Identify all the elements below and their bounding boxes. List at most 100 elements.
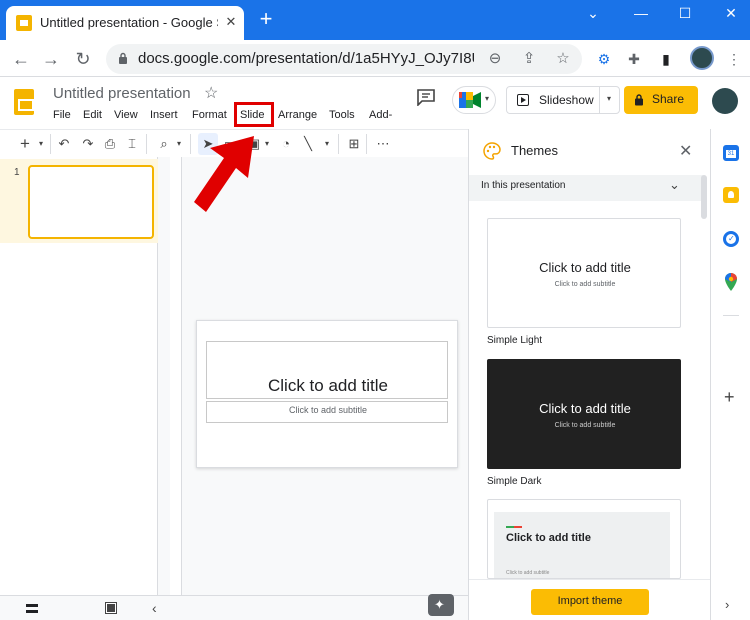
theme-subtitle-text: Click to add subtitle xyxy=(506,570,550,576)
menu-format[interactable]: Format xyxy=(192,109,227,121)
side-panel-icon[interactable]: ▮ xyxy=(656,49,676,69)
theme-thumbnail-simple-dark[interactable]: Click to add title Click to add subtitle xyxy=(487,359,681,469)
lock-icon xyxy=(635,94,643,106)
slide-menu-highlight xyxy=(234,102,274,127)
print-icon[interactable]: ⎙ xyxy=(102,135,118,153)
themes-panel: Themes ✕ In this presentation ⌄ Click to… xyxy=(468,129,711,620)
profile-avatar[interactable] xyxy=(690,46,714,70)
menu-tools[interactable]: Tools xyxy=(329,109,355,121)
line-dropdown-icon[interactable]: ▾ xyxy=(322,135,332,153)
tasks-icon[interactable]: ✓ xyxy=(723,231,739,247)
account-avatar[interactable] xyxy=(712,88,738,114)
meet-dropdown-icon: ▾ xyxy=(485,94,490,103)
calendar-icon[interactable]: 31 xyxy=(723,145,739,161)
slides-header: Untitled presentation ☆ File Edit View I… xyxy=(0,77,738,129)
import-theme-button[interactable]: Import theme xyxy=(531,589,649,615)
back-arrow-icon[interactable]: ← xyxy=(10,48,32,70)
theme-thumbnail-streamline[interactable]: Click to add title Click to add subtitle xyxy=(487,499,681,579)
menu-arrange[interactable]: Arrange xyxy=(278,109,317,121)
theme-thumbnail-simple-light[interactable]: Click to add title Click to add subtitle xyxy=(487,218,681,328)
extension-icon[interactable]: ⚙ xyxy=(594,49,614,69)
tab-search-icon[interactable]: ⌄ xyxy=(578,4,608,22)
explore-icon: ✦ xyxy=(434,597,445,612)
window-close-button[interactable]: ✕ xyxy=(716,4,746,22)
new-slide-icon[interactable]: + xyxy=(18,135,32,153)
menu-view[interactable]: View xyxy=(114,109,138,121)
subtitle-placeholder[interactable]: Click to add subtitle xyxy=(206,401,448,423)
lock-icon xyxy=(119,52,127,64)
browser-tab[interactable]: Untitled presentation - Google Sl ✕ xyxy=(6,6,244,40)
redo-icon[interactable]: ↷ xyxy=(80,135,96,153)
undo-icon[interactable]: ↶ xyxy=(56,135,72,153)
import-theme-label: Import theme xyxy=(557,595,623,607)
image-dropdown-icon[interactable]: ▾ xyxy=(262,135,272,153)
maps-icon[interactable] xyxy=(723,273,739,291)
filmstrip-view-icon[interactable] xyxy=(26,604,38,613)
menu-edit[interactable]: Edit xyxy=(83,109,102,121)
meet-button[interactable]: ▾ xyxy=(452,86,496,114)
maximize-button[interactable]: ☐ xyxy=(670,4,700,22)
meet-icon xyxy=(459,92,481,108)
comments-icon[interactable] xyxy=(416,88,436,106)
puzzle-extensions-icon[interactable]: ✚ xyxy=(624,49,644,69)
red-arrow-annotation xyxy=(194,136,254,212)
zoom-icon[interactable]: ⌕ xyxy=(156,135,172,153)
new-slide-dropdown-icon[interactable]: ▾ xyxy=(36,135,46,153)
theme-subtitle-text: Click to add subtitle xyxy=(554,422,616,429)
zoom-dropdown-icon[interactable]: ▾ xyxy=(174,135,184,153)
browser-menu-icon[interactable]: ⋮ xyxy=(724,49,744,69)
themes-scrollbar[interactable] xyxy=(701,175,707,219)
slides-logo-icon[interactable] xyxy=(14,89,34,115)
explore-button[interactable]: ✦ xyxy=(428,594,454,616)
line-icon[interactable]: ╲ xyxy=(300,135,316,153)
title-placeholder-text: Click to add title xyxy=(268,376,388,395)
theme-subtitle-text: Click to add subtitle xyxy=(554,281,616,288)
slide-number: 1 xyxy=(14,167,20,178)
share-button[interactable]: Share xyxy=(624,86,698,114)
slideshow-dropdown-icon[interactable]: ▾ xyxy=(607,94,611,103)
grid-view-icon[interactable] xyxy=(105,602,117,614)
add-addon-icon[interactable]: + xyxy=(724,387,735,408)
menu-addons[interactable]: Add- xyxy=(369,109,392,121)
browser-tab-bar: Untitled presentation - Google Sl ✕ + ⌄ … xyxy=(0,0,750,40)
zoom-lens-icon[interactable]: ⊖ xyxy=(486,50,504,68)
minimize-button[interactable]: — xyxy=(626,4,656,22)
forward-arrow-icon[interactable]: → xyxy=(40,48,62,70)
slideshow-button[interactable]: Slideshow ▾ xyxy=(506,86,620,114)
slideshow-icon xyxy=(517,94,529,106)
shape-icon[interactable]: ◔ xyxy=(278,135,294,153)
tab-close-icon[interactable]: ✕ xyxy=(222,13,240,31)
filmstrip-selected-row[interactable]: 1 xyxy=(0,159,158,243)
theme-name: Simple Light xyxy=(487,335,543,346)
more-options-icon[interactable]: ⋯ xyxy=(374,135,392,153)
address-bar: ← → ↻ docs.google.com/presentation/d/1a5… xyxy=(0,40,750,77)
slide-thumbnail[interactable] xyxy=(28,165,154,239)
paint-format-icon[interactable]: ⌶ xyxy=(124,135,140,153)
menu-insert[interactable]: Insert xyxy=(150,109,178,121)
theme-title-text: Click to add title xyxy=(539,401,631,416)
menu-file[interactable]: File xyxy=(53,109,71,121)
document-title[interactable]: Untitled presentation xyxy=(53,85,191,102)
slides-favicon-icon xyxy=(16,15,32,31)
reload-icon[interactable]: ↻ xyxy=(72,48,94,70)
bookmark-star-icon[interactable]: ☆ xyxy=(554,50,572,68)
slide-filmstrip: 1 xyxy=(0,157,158,595)
slide-canvas[interactable]: Click to add title Click to add subtitle xyxy=(196,320,458,468)
theme-source-dropdown[interactable]: In this presentation ⌄ xyxy=(469,175,703,201)
title-placeholder[interactable]: Click to add title xyxy=(206,341,448,399)
slideshow-label: Slideshow xyxy=(539,93,594,107)
share-page-icon[interactable]: ⇪ xyxy=(520,50,538,68)
collapse-filmstrip-icon[interactable]: ‹ xyxy=(152,600,157,616)
star-icon[interactable]: ☆ xyxy=(204,83,218,103)
side-rail: 31 ✓ + › xyxy=(710,129,750,620)
add-comment-icon[interactable]: ⊞ xyxy=(346,135,362,153)
vertical-ruler xyxy=(170,157,182,595)
slide-canvas-area: Click to add title Click to add subtitle xyxy=(158,157,468,595)
omnibox[interactable]: docs.google.com/presentation/d/1a5HYyJ_O… xyxy=(106,44,582,74)
theme-title-text: Click to add title xyxy=(539,260,631,275)
keep-icon[interactable] xyxy=(723,187,739,203)
new-tab-button[interactable]: + xyxy=(256,8,276,30)
close-icon[interactable]: ✕ xyxy=(679,141,692,161)
theme-title-text: Click to add title xyxy=(506,532,591,544)
chevron-right-icon[interactable]: › xyxy=(725,597,729,612)
